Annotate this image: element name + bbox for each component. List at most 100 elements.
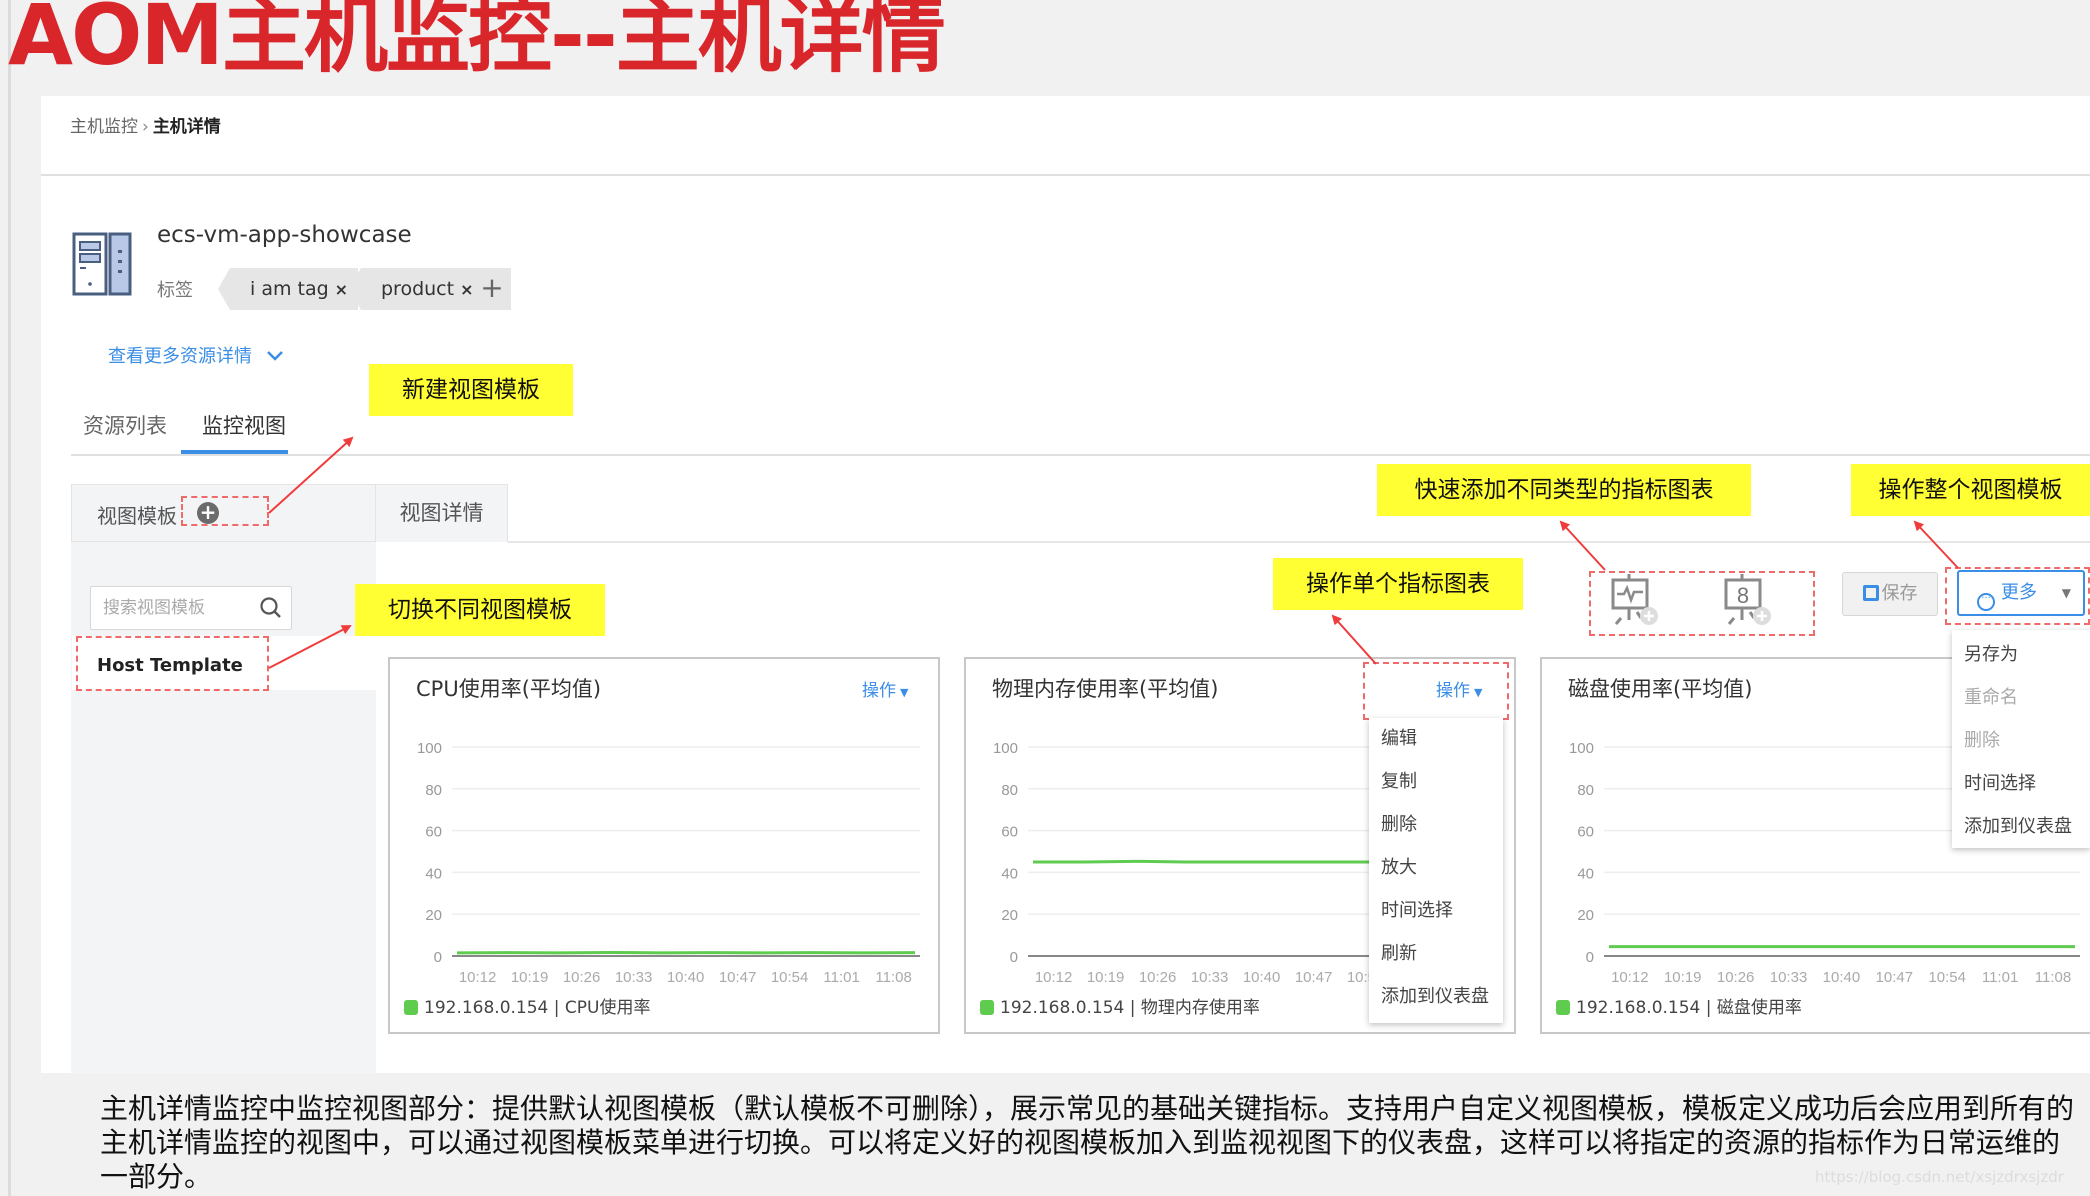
tabs-divider xyxy=(71,454,2090,456)
legend-swatch xyxy=(404,1000,418,1015)
tag-chip: i am tag × xyxy=(217,268,359,310)
legend-label: 192.168.0.154 | CPU使用率 xyxy=(424,998,651,1018)
x-tick-label: 10:33 xyxy=(1191,969,1229,986)
header-divider xyxy=(41,174,2090,176)
y-tick-label: 20 xyxy=(425,907,442,924)
menu-item[interactable]: 另存为 xyxy=(1964,640,2018,666)
more-details-label: 查看更多资源详情 xyxy=(108,346,252,367)
description-text: 主机详情监控中监控视图部分：提供默认视图模板（默认模板不可删除），展示常见的基础… xyxy=(100,1092,2075,1193)
y-tick-label: 100 xyxy=(1569,740,1594,757)
save-button[interactable]: 保存 xyxy=(1842,572,1938,616)
cpu-line-chart: 0 20 40 60 80 100 10:12 10:19 10:26 10:33 10:40 10:… xyxy=(417,740,920,986)
tag-remove-icon[interactable]: × xyxy=(335,280,348,299)
x-tick-label: 10:26 xyxy=(563,969,601,986)
menu-item[interactable]: 时间选择 xyxy=(1964,769,2036,795)
breadcrumb-parent[interactable]: 主机监控 xyxy=(70,117,138,137)
annotation-operate-template: 操作整个视图模板 xyxy=(1851,464,2090,516)
add-number-chart-button[interactable]: 8 xyxy=(1720,572,1776,630)
x-tick-label: 10:47 xyxy=(1876,969,1914,986)
x-tick-label: 10:40 xyxy=(667,969,705,986)
x-tick-label: 10:12 xyxy=(459,969,497,986)
y-tick-label: 100 xyxy=(993,740,1018,757)
y-tick-label: 20 xyxy=(1001,907,1018,924)
y-tick-label: 60 xyxy=(1001,824,1018,841)
legend-swatch xyxy=(980,1000,994,1015)
save-icon xyxy=(1862,585,1879,601)
y-tick-label: 0 xyxy=(1586,949,1594,966)
highlight-add-template xyxy=(181,496,269,526)
breadcrumb-separator: › xyxy=(142,117,149,137)
line-chart-add-icon xyxy=(1611,574,1658,625)
number-glyph: 8 xyxy=(1737,583,1749,608)
highlight-template-item xyxy=(76,636,269,691)
x-tick-label: 10:47 xyxy=(719,969,757,986)
template-search-input[interactable] xyxy=(91,587,255,629)
tag-remove-icon[interactable]: × xyxy=(460,280,473,299)
left-edge-line xyxy=(8,0,11,1196)
menu-item[interactable]: 时间选择 xyxy=(1381,896,1453,922)
tab-resource-list[interactable]: 资源列表 xyxy=(83,410,167,440)
chart-card-cpu: CPU使用率(平均值) 操作 ▼ 0 20 40 60 80 100 10:12 10:19 10… xyxy=(388,657,940,1034)
view-template-panel xyxy=(71,484,376,1073)
annotation-operate-single: 操作单个指标图表 xyxy=(1273,558,1523,610)
tag-chip: product × xyxy=(348,268,484,310)
x-tick-label: 10:12 xyxy=(1035,969,1073,986)
y-tick-label: 80 xyxy=(1001,782,1018,799)
more-menu: 另存为重命名删除时间选择添加到仪表盘 xyxy=(1952,630,2090,848)
add-tag-button[interactable]: + xyxy=(473,268,511,310)
tab-monitor-view[interactable]: 监控视图 xyxy=(202,410,286,440)
breadcrumb: 主机监控 › 主机详情 xyxy=(70,112,221,137)
host-name: ecs-vm-app-showcase xyxy=(157,222,412,248)
y-tick-label: 100 xyxy=(417,740,442,757)
x-tick-label: 10:26 xyxy=(1139,969,1177,986)
tag-text: product xyxy=(381,278,455,300)
tag-text: i am tag xyxy=(250,278,329,300)
y-tick-label: 60 xyxy=(1577,824,1594,841)
search-icon[interactable] xyxy=(259,596,283,620)
watermark: https://blog.csdn.net/xsjzdrxsjzdr xyxy=(1815,1168,2064,1186)
menu-item[interactable]: 放大 xyxy=(1381,853,1417,879)
chart-legend[interactable]: 192.168.0.154 | 物理内存使用率 xyxy=(980,993,1260,1018)
x-tick-label: 10:40 xyxy=(1243,969,1281,986)
y-tick-label: 80 xyxy=(425,782,442,799)
legend-swatch xyxy=(1556,1000,1570,1015)
y-tick-label: 80 xyxy=(1577,782,1594,799)
view-detail-divider xyxy=(508,541,2090,543)
x-tick-label: 10:33 xyxy=(615,969,653,986)
highlight-chart-operation xyxy=(1363,662,1509,720)
tab-view-detail[interactable]: 视图详情 xyxy=(375,484,508,542)
menu-item[interactable]: 刷新 xyxy=(1381,939,1417,965)
menu-item[interactable]: 删除 xyxy=(1964,726,2000,752)
chart-legend[interactable]: 192.168.0.154 | CPU使用率 xyxy=(404,993,650,1018)
x-tick-label: 10:54 xyxy=(1928,969,1966,986)
y-tick-label: 0 xyxy=(434,949,442,966)
menu-item[interactable]: 删除 xyxy=(1381,810,1417,836)
y-tick-label: 40 xyxy=(1001,865,1018,882)
x-tick-label: 10:33 xyxy=(1770,969,1808,986)
legend-label: 192.168.0.154 | 磁盘使用率 xyxy=(1576,998,1802,1018)
breadcrumb-current: 主机详情 xyxy=(152,117,221,137)
add-line-chart-button[interactable] xyxy=(1607,572,1663,630)
legend-label: 192.168.0.154 | 物理内存使用率 xyxy=(1000,998,1260,1018)
y-tick-label: 60 xyxy=(425,824,442,841)
more-resource-details-link[interactable]: 查看更多资源详情 xyxy=(108,342,284,368)
highlight-more-button xyxy=(1945,567,2090,625)
annotation-quick-add: 快速添加不同类型的指标图表 xyxy=(1377,464,1751,516)
menu-item[interactable]: 复制 xyxy=(1381,767,1417,793)
host-server-icon xyxy=(72,232,132,296)
menu-item[interactable]: 重命名 xyxy=(1964,683,2018,709)
number-chart-add-icon: 8 xyxy=(1724,574,1771,625)
menu-item[interactable]: 编辑 xyxy=(1381,724,1417,750)
annotation-switch-template: 切换不同视图模板 xyxy=(355,584,605,636)
chart-legend[interactable]: 192.168.0.154 | 磁盘使用率 xyxy=(1556,993,1802,1018)
menu-item[interactable]: 添加到仪表盘 xyxy=(1381,982,1489,1008)
chevron-down-icon xyxy=(266,346,284,367)
template-search-box xyxy=(90,586,292,630)
y-tick-label: 40 xyxy=(425,865,442,882)
chart-operation-menu: 编辑复制删除放大时间选择刷新添加到仪表盘 xyxy=(1369,718,1503,1023)
menu-item[interactable]: 添加到仪表盘 xyxy=(1964,812,2072,838)
y-tick-label: 40 xyxy=(1577,865,1594,882)
x-tick-label: 10:40 xyxy=(1823,969,1861,986)
x-tick-label: 10:19 xyxy=(1087,969,1125,986)
slide-title: AOM主机监控--主机详情 xyxy=(8,0,946,84)
